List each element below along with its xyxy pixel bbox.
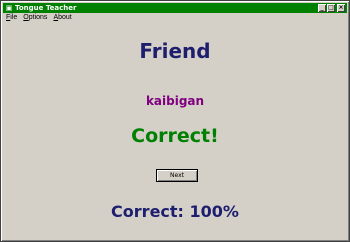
- window-controls: _ □ ×: [318, 4, 345, 12]
- quiz-word: Friend: [139, 39, 211, 63]
- window-title: Tongue Teacher: [15, 4, 77, 12]
- menu-options-label: ptions: [28, 14, 48, 21]
- maximize-button[interactable]: □: [327, 4, 335, 12]
- result-message: Correct!: [131, 125, 219, 147]
- app-icon: ▣: [5, 4, 13, 12]
- title-bar[interactable]: ▣ Tongue Teacher _ □ ×: [3, 3, 347, 13]
- quiz-panel: Friend kaibigan Correct! Next Correct: 1…: [3, 23, 347, 239]
- menu-options[interactable]: Options: [20, 13, 50, 23]
- menu-about-label: bout: [58, 14, 72, 21]
- next-button[interactable]: Next: [156, 169, 198, 182]
- score-display: Correct: 100%: [111, 202, 239, 221]
- quiz-translation: kaibigan: [145, 94, 205, 108]
- menu-about[interactable]: About: [50, 13, 74, 23]
- app-window: ▣ Tongue Teacher _ □ × File Options Abou…: [0, 0, 350, 242]
- menu-bar: File Options About: [3, 13, 347, 23]
- menu-file[interactable]: File: [3, 13, 20, 23]
- close-button[interactable]: ×: [337, 4, 345, 12]
- minimize-button[interactable]: _: [318, 4, 326, 12]
- menu-file-label: ile: [10, 14, 18, 21]
